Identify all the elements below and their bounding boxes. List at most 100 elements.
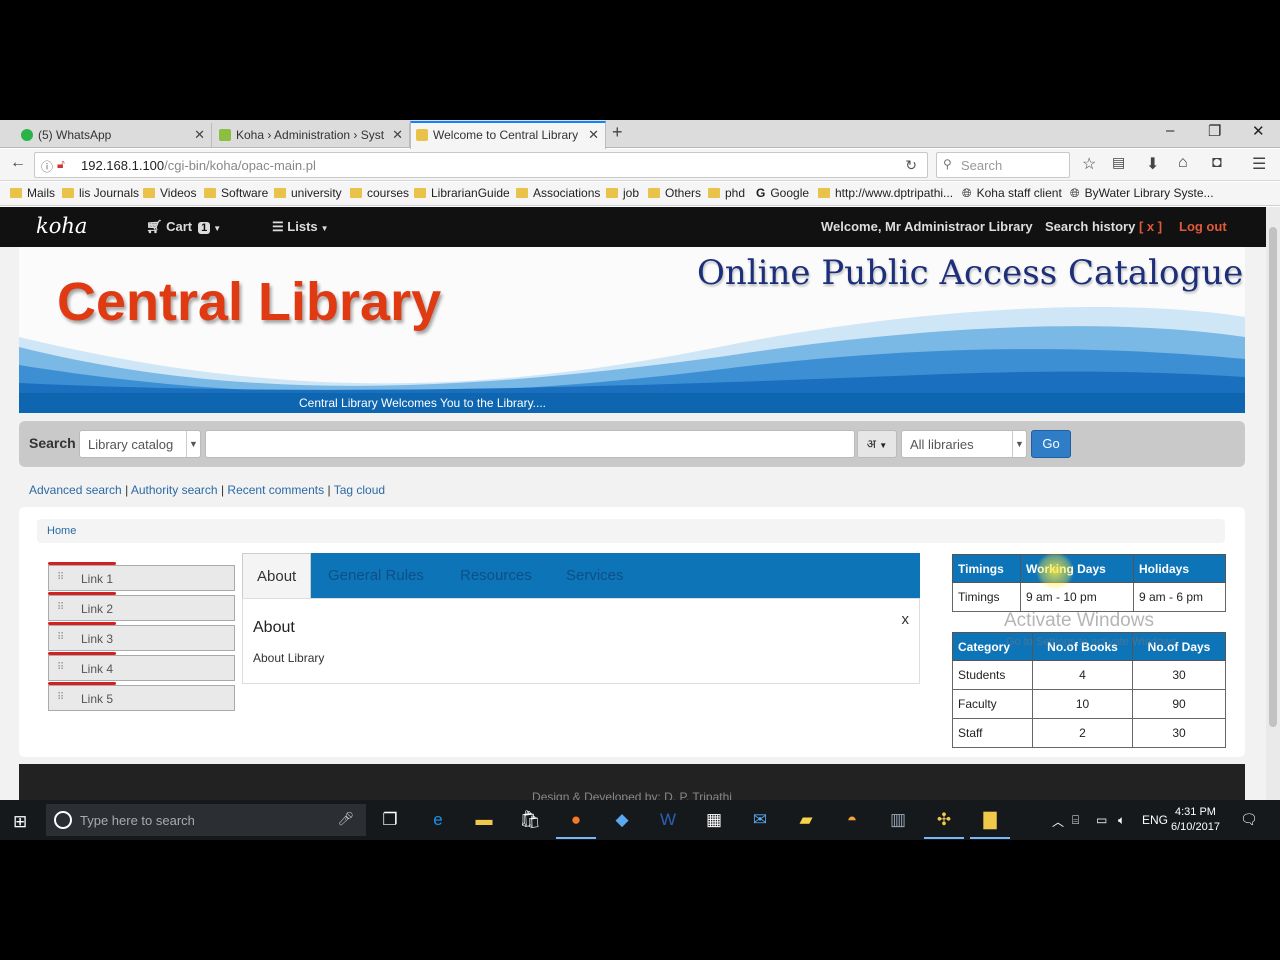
bookmark-link[interactable]: http://www.dptripathi... <box>818 186 953 200</box>
authority-search-link[interactable]: Authority search <box>131 483 218 497</box>
library-select[interactable]: All libraries ▼ <box>901 430 1027 458</box>
minimize-icon[interactable]: – <box>1166 122 1174 139</box>
logout-link[interactable]: Log out <box>1179 219 1227 234</box>
chevron-down-icon: ▼ <box>186 431 200 457</box>
vertical-scrollbar[interactable] <box>1266 207 1280 840</box>
tab-central-library[interactable]: Welcome to Central Library ✕ <box>410 121 606 149</box>
bookmark-folder[interactable]: Others <box>648 186 701 200</box>
bookmark-folder[interactable]: Associations <box>516 186 600 200</box>
side-link-5[interactable]: ⠿ Link 5 <box>48 682 235 711</box>
breadcrumb-home[interactable]: Home <box>47 525 76 537</box>
close-icon[interactable]: x <box>902 611 910 628</box>
bookmark-folder[interactable]: Mails <box>10 186 55 200</box>
notifications-icon[interactable]: 🗨︎ <box>1240 811 1258 828</box>
koha-logo[interactable]: koha <box>36 214 87 238</box>
action-icon[interactable]: ▭ <box>1096 813 1107 827</box>
browser-window: (5) WhatsApp ✕ Koha › Administration › S… <box>0 120 1280 840</box>
word-icon[interactable]: W <box>656 808 680 832</box>
taskbar-clock[interactable]: 4:31 PM 6/10/2017 <box>1171 805 1220 835</box>
new-tab-button[interactable]: + <box>612 122 623 143</box>
tab-koha-admin[interactable]: Koha › Administration › Syst ✕ <box>214 123 410 148</box>
volume-icon[interactable]: 🔈︎ <box>1118 813 1125 828</box>
tab-about[interactable]: About <box>242 553 312 598</box>
close-window-icon[interactable]: ✕ <box>1252 122 1265 140</box>
scrollbar-thumb[interactable] <box>1269 227 1277 727</box>
reload-icon[interactable]: ↻ <box>905 157 917 174</box>
bookmark-link[interactable]: 🌐︎ Koha staff client <box>962 186 1062 201</box>
bookmark-folder[interactable]: phd <box>708 186 745 200</box>
bookmark-folder[interactable]: Software <box>204 186 268 200</box>
url-bar[interactable]: ⓘ 🔓︎ 192.168.1.100/cgi-bin/koha/opac-mai… <box>34 152 928 178</box>
advanced-search-link[interactable]: Advanced search <box>29 483 122 497</box>
windows-start-icon[interactable]: ⊞ <box>13 812 27 832</box>
back-icon[interactable]: ← <box>10 154 26 172</box>
url-text: 192.168.1.100/cgi-bin/koha/opac-main.pl <box>81 158 316 173</box>
search-scope-select[interactable]: Library catalog ▼ <box>79 430 201 458</box>
tab-whatsapp[interactable]: (5) WhatsApp ✕ <box>16 123 212 148</box>
clear-history-button[interactable]: [ x ] <box>1139 219 1162 234</box>
bookmark-link[interactable]: 🌐︎ ByWater Library Syste... <box>1070 186 1214 201</box>
bookmark-label: lis Journals <box>79 186 140 200</box>
bookmark-folder[interactable]: LibrarianGuide <box>414 186 510 200</box>
search-query-input[interactable] <box>205 430 855 458</box>
reading-list-icon[interactable]: ▤ <box>1112 154 1125 171</box>
microphone-icon[interactable]: 🎤︎ <box>337 811 354 827</box>
bookmark-folder[interactable]: courses <box>350 186 409 200</box>
bookmark-label: ByWater Library Syste... <box>1084 186 1214 200</box>
side-link-2[interactable]: ⠿ Link 2 <box>48 592 235 621</box>
app-icon[interactable]: ◓ <box>840 808 864 832</box>
side-link-4[interactable]: ⠿ Link 4 <box>48 652 235 681</box>
edge-icon[interactable]: e <box>426 808 450 832</box>
tab-resources[interactable]: Resources <box>446 553 546 598</box>
restore-icon[interactable]: ❐ <box>1208 122 1221 140</box>
search-history-link[interactable]: Search history [ x ] <box>1045 219 1162 234</box>
keyboard-button[interactable]: अ ▼ <box>857 430 897 458</box>
pocket-icon[interactable]: ◘ <box>1212 154 1222 172</box>
side-link-3[interactable]: ⠿ Link 3 <box>48 622 235 651</box>
download-icon[interactable]: ⬇ <box>1146 154 1159 174</box>
folder-icon <box>648 188 660 198</box>
bookmark-folder[interactable]: lis Journals <box>62 186 139 200</box>
tab-services[interactable]: Services <box>552 553 638 598</box>
browser-search-box[interactable]: ⚲ Search <box>936 152 1070 178</box>
network-app-icon[interactable]: ✣ <box>924 808 964 839</box>
store-icon[interactable]: 🛍︎ <box>518 808 542 832</box>
bookmark-folder[interactable]: Videos <box>143 186 196 200</box>
show-hidden-icons[interactable]: ︿ <box>1052 813 1064 830</box>
network-icon[interactable]: ⌸ <box>1072 813 1079 828</box>
tab-general-rules[interactable]: General Rules <box>314 553 438 598</box>
folder-icon[interactable]: ▇ <box>970 808 1010 839</box>
home-icon[interactable]: ⌂ <box>1178 154 1188 172</box>
bookmark-star-icon[interactable]: ☆ <box>1082 154 1096 174</box>
app-icon[interactable]: ▥ <box>886 808 910 832</box>
language-indicator[interactable]: ENG <box>1142 813 1168 827</box>
menu-icon[interactable]: ☰ <box>1252 154 1266 174</box>
sticky-notes-icon[interactable]: ▰ <box>794 808 818 832</box>
close-icon[interactable]: ✕ <box>588 123 599 147</box>
table-row: Students 4 30 <box>952 660 1226 690</box>
recent-comments-link[interactable]: Recent comments <box>227 483 324 497</box>
mail-icon[interactable]: ✉ <box>748 808 772 832</box>
file-explorer-icon[interactable]: ▬ <box>472 808 496 832</box>
red-accent <box>48 622 116 625</box>
calculator-icon[interactable]: ▦ <box>702 808 726 832</box>
info-icon[interactable]: ⓘ <box>41 158 53 175</box>
side-link-1[interactable]: ⠿ Link 1 <box>48 562 235 591</box>
close-icon[interactable]: ✕ <box>392 123 403 147</box>
task-view-icon[interactable]: ❐ <box>378 808 402 832</box>
keyboard-label: अ <box>866 437 876 451</box>
lists-button[interactable]: ☰ Lists ▼ <box>272 219 329 235</box>
cart-button[interactable]: 🛒︎ Cart 1 ▼ <box>146 219 221 235</box>
taskbar-search-box[interactable]: Type here to search 🎤︎ <box>46 804 366 836</box>
folder-icon <box>204 188 216 198</box>
firefox-icon[interactable]: ● <box>556 808 596 839</box>
bookmark-folder[interactable]: university <box>274 186 342 200</box>
table-cell: 9 am - 6 pm <box>1133 582 1226 612</box>
bookmark-google[interactable]: G Google <box>756 186 809 200</box>
app-icon[interactable]: ◆ <box>610 808 634 832</box>
welcome-user[interactable]: Welcome, Mr Administraor Library <box>821 219 1033 234</box>
bookmark-folder[interactable]: job <box>606 186 639 200</box>
go-button[interactable]: Go <box>1031 430 1071 458</box>
tag-cloud-link[interactable]: Tag cloud <box>334 483 385 497</box>
close-icon[interactable]: ✕ <box>194 123 205 147</box>
